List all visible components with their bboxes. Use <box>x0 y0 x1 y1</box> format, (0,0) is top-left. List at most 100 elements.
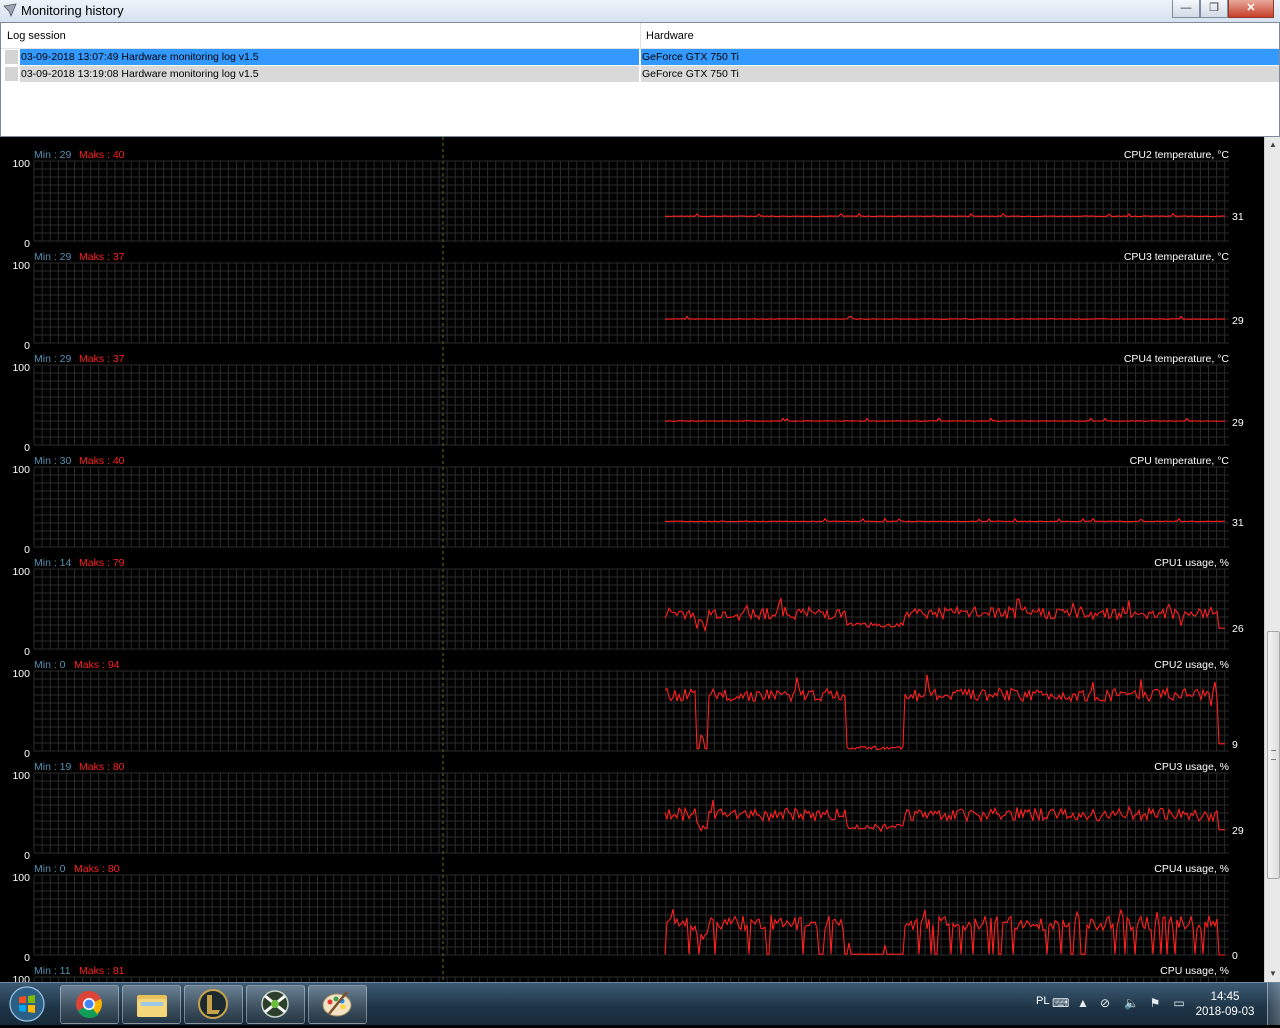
system-tray: PL ⌨ ▲ ⊘ 🔈 ⚑ ▭ 14:45 2018-09-03 <box>1010 983 1280 1025</box>
column-header-hardware[interactable]: Hardware <box>646 30 694 42</box>
y-axis-min-label: 0 <box>24 952 30 964</box>
series-line <box>664 674 1225 751</box>
scroll-up-icon[interactable]: ▲ <box>1265 137 1280 153</box>
log-session-list[interactable]: Log session Hardware 03-09-2018 13:07:49… <box>0 22 1280 137</box>
graph-title: CPU3 temperature, °C <box>1124 251 1230 263</box>
series-line <box>665 517 1226 523</box>
windows-start-button[interactable] <box>2 984 52 1024</box>
minimize-button[interactable]: — <box>1172 0 1200 18</box>
clock-time: 14:45 <box>1210 991 1240 1003</box>
volume-muted-icon[interactable]: 🔈 <box>1124 996 1139 1010</box>
taskbar: PL ⌨ ▲ ⊘ 🔈 ⚑ ▭ 14:45 2018-09-03 <box>0 982 1280 1025</box>
show-hidden-icons-icon[interactable]: ▲ <box>1076 996 1090 1010</box>
paint-palette-icon <box>322 991 352 1017</box>
graph-max-label: Maks : 37 <box>79 353 125 365</box>
graph-max-label: Maks : 40 <box>79 455 125 467</box>
y-axis-min-label: 0 <box>24 646 30 658</box>
graph-title: CPU2 temperature, °C <box>1124 149 1230 161</box>
clock[interactable]: 14:45 2018-09-03 <box>1195 990 1255 1020</box>
maximize-button[interactable]: ❐ <box>1200 0 1228 18</box>
current-value-label: 29 <box>1232 417 1244 429</box>
current-value-label: 31 <box>1232 517 1244 529</box>
vertical-scrollbar[interactable]: ▲ ▼ <box>1264 137 1280 982</box>
graph-title: CPU1 usage, % <box>1154 557 1229 569</box>
scroll-down-icon[interactable]: ▼ <box>1265 966 1280 982</box>
chrome-taskbar-button[interactable] <box>60 985 119 1024</box>
series-line <box>664 212 1226 218</box>
chrome-icon <box>76 991 102 1019</box>
y-axis-max-label: 100 <box>12 158 30 170</box>
current-value-label: 0 <box>1232 950 1238 962</box>
y-axis-max-label: 100 <box>12 770 30 782</box>
graph-max-label: Maks : 80 <box>79 761 125 773</box>
graph-max-label: Maks : 40 <box>79 149 125 161</box>
graph-max-label: Maks : 94 <box>74 659 120 671</box>
graph-title: CPU usage, % <box>1160 965 1229 977</box>
column-header-log-session[interactable]: Log session <box>7 30 66 42</box>
file-explorer-taskbar-button[interactable] <box>122 985 181 1024</box>
graph-title: CPU4 usage, % <box>1154 863 1229 875</box>
graph-max-label: Maks : 79 <box>79 557 125 569</box>
monitoring-graphs[interactable]: Min : 29 Maks : 40 CPU2 temperature, °C 100… <box>0 137 1264 982</box>
current-value-label: 31 <box>1232 211 1244 223</box>
list-header: Log session Hardware <box>1 23 1279 49</box>
display-icon[interactable]: ▭ <box>1172 996 1186 1010</box>
scrollbar-thumb[interactable] <box>1267 631 1280 879</box>
graph-title: CPU3 usage, % <box>1154 761 1229 773</box>
graph-title: CPU4 temperature, °C <box>1124 353 1230 365</box>
y-axis-min-label: 0 <box>24 340 30 352</box>
log-session-cell: 03-09-2018 13:07:49 Hardware monitoring … <box>20 49 640 65</box>
graph-max-label: Maks : 80 <box>74 863 120 875</box>
graph-min-label: Min : 29 <box>34 149 72 161</box>
current-value-label: 26 <box>1232 623 1244 635</box>
y-axis-min-label: 0 <box>24 442 30 454</box>
y-axis-max-label: 100 <box>12 668 30 680</box>
current-value-label: 29 <box>1232 315 1244 327</box>
action-center-flag-icon[interactable]: ⚑ <box>1148 996 1162 1010</box>
graphs-canvas[interactable]: Min : 29 Maks : 40 CPU2 temperature, °C 100… <box>0 137 1264 982</box>
hardware-cell: GeForce GTX 750 Ti <box>641 49 1279 65</box>
graph-min-label: Min : 14 <box>34 557 72 569</box>
graph-min-label: Min : 11 <box>34 965 71 977</box>
language-indicator[interactable]: PL <box>1036 995 1049 1007</box>
y-axis-max-label: 100 <box>12 362 30 374</box>
paint-taskbar-button[interactable] <box>308 985 367 1024</box>
series-line <box>664 907 1225 956</box>
graph-min-label: Min : 30 <box>34 455 72 467</box>
hardware-cell: GeForce GTX 750 Ti <box>641 66 1279 82</box>
y-axis-min-label: 0 <box>24 544 30 556</box>
graph-min-label: Min : 19 <box>34 761 72 773</box>
close-button[interactable]: ✕ <box>1228 0 1274 18</box>
graph-min-label: Min : 0 <box>34 863 66 875</box>
league-of-legends-icon <box>198 989 228 1019</box>
y-axis-max-label: 100 <box>12 260 30 272</box>
current-value-label: 29 <box>1232 825 1244 837</box>
graph-title: CPU temperature, °C <box>1130 455 1230 467</box>
afterburner-icon <box>261 990 289 1018</box>
graph-title: CPU2 usage, % <box>1154 659 1229 671</box>
y-axis-max-label: 100 <box>12 872 30 884</box>
graph-min-label: Min : 29 <box>34 251 72 263</box>
series-line <box>664 315 1226 320</box>
row-marker <box>5 50 18 64</box>
y-axis-max-label: 100 <box>12 464 30 476</box>
y-axis-max-label: 100 <box>12 974 30 982</box>
network-icon[interactable]: ⊘ <box>1098 996 1112 1010</box>
show-desktop-button[interactable] <box>1267 983 1280 1025</box>
graph-min-label: Min : 29 <box>34 353 72 365</box>
list-item[interactable]: 03-09-2018 13:07:49 Hardware monitoring … <box>1 49 1279 65</box>
list-item[interactable]: 03-09-2018 13:19:08 Hardware monitoring … <box>1 66 1279 82</box>
graph-min-label: Min : 0 <box>34 659 66 671</box>
graph-max-label: Maks : 37 <box>79 251 125 263</box>
current-value-label: 9 <box>1232 739 1238 751</box>
series-line <box>664 596 1225 633</box>
y-axis-min-label: 0 <box>24 238 30 250</box>
series-line <box>664 417 1226 422</box>
window-titlebar[interactable]: Monitoring history — ❐ ✕ <box>0 0 1280 23</box>
clock-date: 2018-09-03 <box>1195 1006 1255 1018</box>
league-of-legends-taskbar-button[interactable] <box>184 985 243 1024</box>
log-session-cell: 03-09-2018 13:19:08 Hardware monitoring … <box>20 66 640 82</box>
keyboard-icon[interactable]: ⌨ <box>1052 996 1069 1010</box>
msi-afterburner-taskbar-button[interactable] <box>246 985 305 1024</box>
y-axis-min-label: 0 <box>24 850 30 862</box>
